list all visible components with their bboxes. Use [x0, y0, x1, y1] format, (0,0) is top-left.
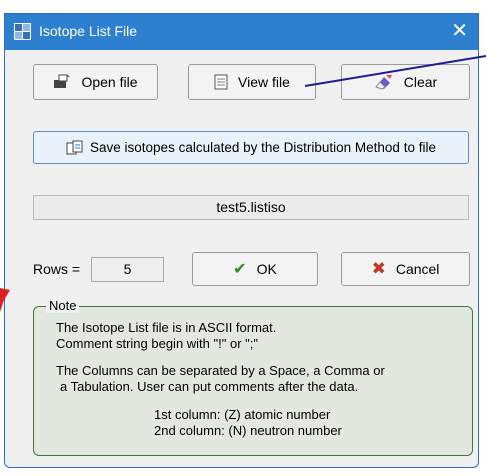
note-group: Note The Isotope List file is in ASCII f… [33, 298, 473, 456]
open-file-button[interactable]: Open file [33, 64, 158, 100]
close-icon[interactable]: ✕ [451, 18, 468, 43]
view-file-label: View file [238, 74, 290, 90]
open-file-label: Open file [81, 74, 138, 90]
clear-label: Clear [403, 74, 438, 90]
cancel-x-icon: ✖ [371, 259, 386, 278]
save-isotopes-button[interactable]: Save isotopes calculated by the Distribu… [33, 131, 469, 164]
note-line: The Isotope List file is in ASCII format… [56, 320, 277, 335]
save-to-file-icon [66, 140, 83, 154]
note-line: 1st column: (Z) atomic number [154, 407, 331, 422]
title-bar: Isotope List File ✕ [5, 14, 478, 50]
ok-button[interactable]: ✔ OK [192, 252, 318, 286]
checkmark-icon: ✔ [233, 261, 247, 278]
rows-label: Rows = [33, 261, 81, 277]
note-line: a Tabulation. User can put comments afte… [60, 379, 359, 394]
note-line: 2nd column: (N) neutron number [154, 423, 342, 438]
cancel-button[interactable]: ✖ Cancel [341, 252, 470, 286]
open-folder-icon [54, 74, 71, 88]
note-line: The Columns can be separated by a Space,… [56, 363, 385, 378]
document-icon [214, 74, 228, 90]
cancel-label: Cancel [395, 261, 440, 277]
rows-input[interactable]: 5 [91, 257, 164, 282]
app-icon [14, 23, 31, 40]
filename-display: test5.listiso [33, 195, 469, 220]
note-line: Comment string begin with "!" or ";" [56, 336, 258, 351]
isotope-list-dialog: Isotope List File ✕ Open file View file … [4, 13, 479, 468]
ok-label: OK [256, 261, 277, 277]
eraser-icon [374, 75, 392, 90]
note-title: Note [46, 298, 80, 313]
view-file-button[interactable]: View file [188, 64, 316, 100]
save-isotopes-label: Save isotopes calculated by the Distribu… [90, 140, 436, 155]
clear-button[interactable]: Clear [341, 64, 470, 100]
window-title: Isotope List File [39, 23, 138, 39]
